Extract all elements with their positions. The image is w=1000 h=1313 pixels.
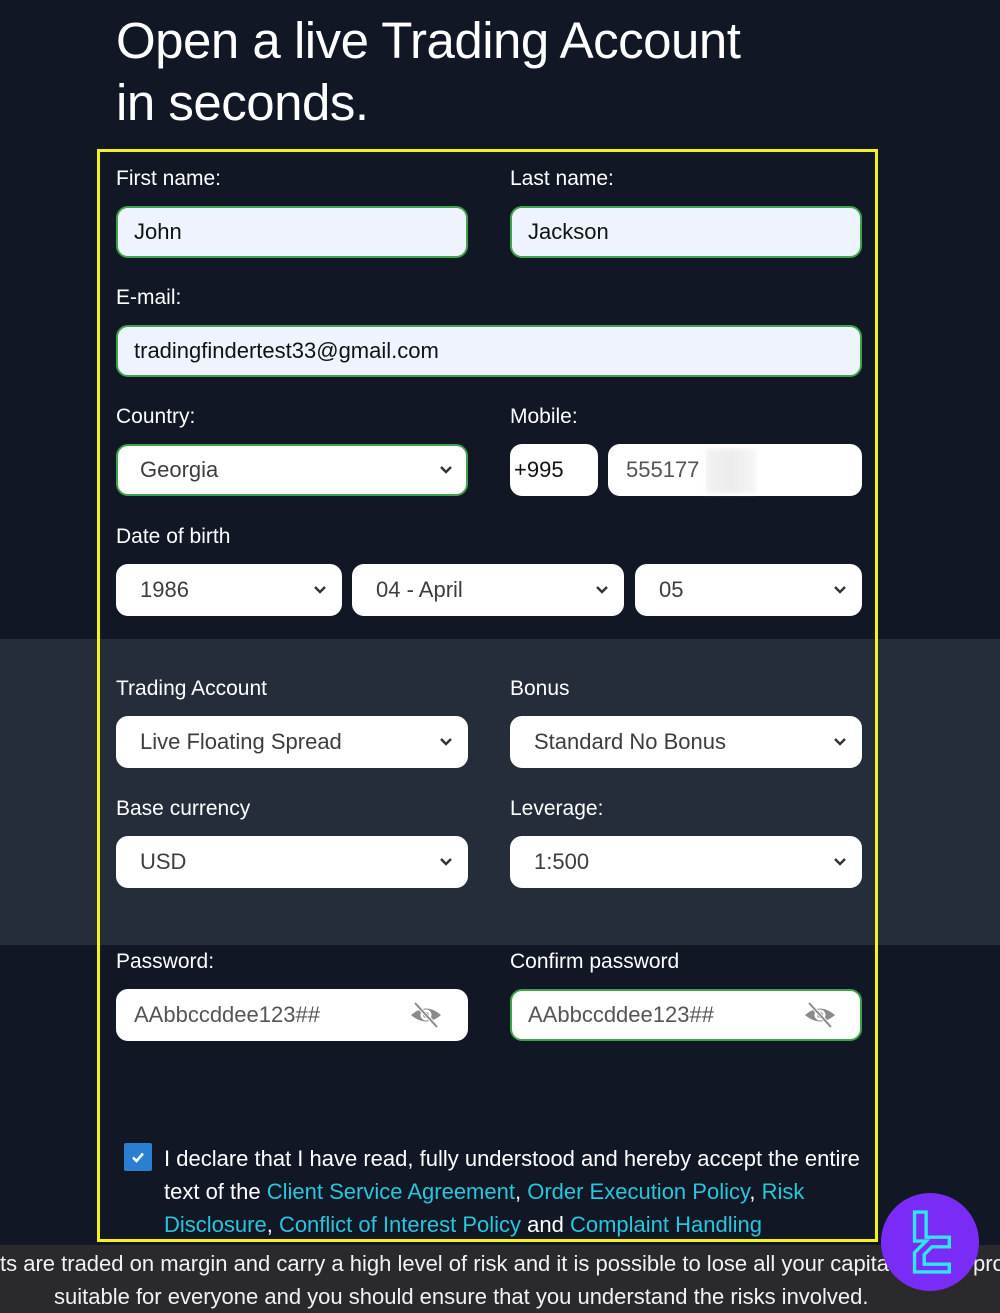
base-currency-select[interactable]: USD xyxy=(116,836,468,888)
password-label: Password: xyxy=(116,950,215,973)
chevron-down-icon xyxy=(826,576,854,604)
chevron-down-icon xyxy=(432,848,460,876)
trading-account-select[interactable]: Live Floating Spread xyxy=(116,716,468,768)
separator: , xyxy=(514,1179,528,1204)
chevron-down-icon xyxy=(826,728,854,756)
base-currency-label: Base currency xyxy=(116,797,251,820)
trading-account-label: Trading Account xyxy=(116,677,267,700)
page-title: Open a live Trading Account in seconds. xyxy=(116,10,741,134)
eye-slash-icon[interactable] xyxy=(408,1000,444,1030)
order-execution-policy-link[interactable]: Order Execution Policy xyxy=(527,1179,749,1204)
confirm-password-value: AAbbccddee123## xyxy=(528,1002,714,1027)
chevron-down-icon xyxy=(588,576,616,604)
conflict-of-interest-policy-link[interactable]: Conflict of Interest Policy xyxy=(279,1212,521,1237)
dob-year-select[interactable]: 1986 xyxy=(116,564,342,616)
chevron-down-icon xyxy=(432,728,460,756)
first-name-value: John xyxy=(134,219,182,244)
leverage-value: 1:500 xyxy=(534,849,590,874)
leverage-label: Leverage: xyxy=(510,797,604,820)
chevron-down-icon xyxy=(826,848,854,876)
checkmark-icon xyxy=(132,1152,144,1163)
dob-label: Date of birth xyxy=(116,525,231,548)
mobile-label: Mobile: xyxy=(510,405,578,428)
separator: , xyxy=(749,1179,762,1204)
country-label: Country: xyxy=(116,405,196,428)
dob-year-value: 1986 xyxy=(140,577,189,602)
base-currency-value: USD xyxy=(140,849,187,874)
redaction-blur xyxy=(706,449,756,493)
email-value: tradingfindertest33@gmail.com xyxy=(134,338,439,363)
password-input[interactable]: AAbbccddee123## xyxy=(116,989,468,1041)
page-title-line-1: Open a live Trading Account xyxy=(116,12,741,69)
logo-glyph-icon xyxy=(912,1210,952,1274)
leverage-select[interactable]: 1:500 xyxy=(510,836,862,888)
complaint-handling-link[interactable]: Complaint Handling xyxy=(570,1212,762,1237)
mobile-prefix-input[interactable]: +995 xyxy=(510,444,598,496)
first-name-input[interactable]: John xyxy=(116,206,468,258)
tradingfinder-logo xyxy=(881,1193,979,1291)
declaration-checkbox[interactable] xyxy=(124,1143,152,1171)
password-value: AAbbccddee123## xyxy=(134,1002,320,1027)
last-name-value: Jackson xyxy=(528,219,609,244)
chevron-down-icon xyxy=(432,456,460,484)
country-value: Georgia xyxy=(140,457,219,482)
separator: and xyxy=(521,1212,570,1237)
country-select[interactable]: Georgia xyxy=(116,444,468,496)
trading-account-value: Live Floating Spread xyxy=(140,729,342,754)
risk-warning-line-1: ts are traded on margin and carry a high… xyxy=(0,1251,1000,1276)
dob-month-value: 04 - April xyxy=(376,577,463,602)
dob-month-select[interactable]: 04 - April xyxy=(352,564,624,616)
separator: , xyxy=(266,1212,279,1237)
client-service-agreement-link[interactable]: Client Service Agreement xyxy=(267,1179,515,1204)
eye-slash-icon[interactable] xyxy=(802,1000,838,1030)
dob-day-value: 05 xyxy=(659,577,684,602)
confirm-password-label: Confirm password xyxy=(510,950,680,973)
dob-day-select[interactable]: 05 xyxy=(635,564,862,616)
confirm-password-input[interactable]: AAbbccddee123## xyxy=(510,989,862,1041)
email-label: E-mail: xyxy=(116,286,182,309)
page-title-line-2: in seconds. xyxy=(116,74,369,131)
last-name-input[interactable]: Jackson xyxy=(510,206,862,258)
bonus-select[interactable]: Standard No Bonus xyxy=(510,716,862,768)
mobile-prefix-value: +995 xyxy=(514,457,564,482)
first-name-label: First name: xyxy=(116,167,222,190)
bonus-label: Bonus xyxy=(510,677,570,700)
risk-warning-line-2: suitable for everyone and you should ens… xyxy=(54,1284,869,1309)
risk-warning-banner: ts are traded on margin and carry a high… xyxy=(0,1245,1000,1313)
bonus-value: Standard No Bonus xyxy=(534,729,727,754)
last-name-label: Last name: xyxy=(510,167,614,190)
chevron-down-icon xyxy=(306,576,334,604)
declaration-text: I declare that I have read, fully unders… xyxy=(164,1142,864,1241)
email-input[interactable]: tradingfindertest33@gmail.com xyxy=(116,325,862,377)
